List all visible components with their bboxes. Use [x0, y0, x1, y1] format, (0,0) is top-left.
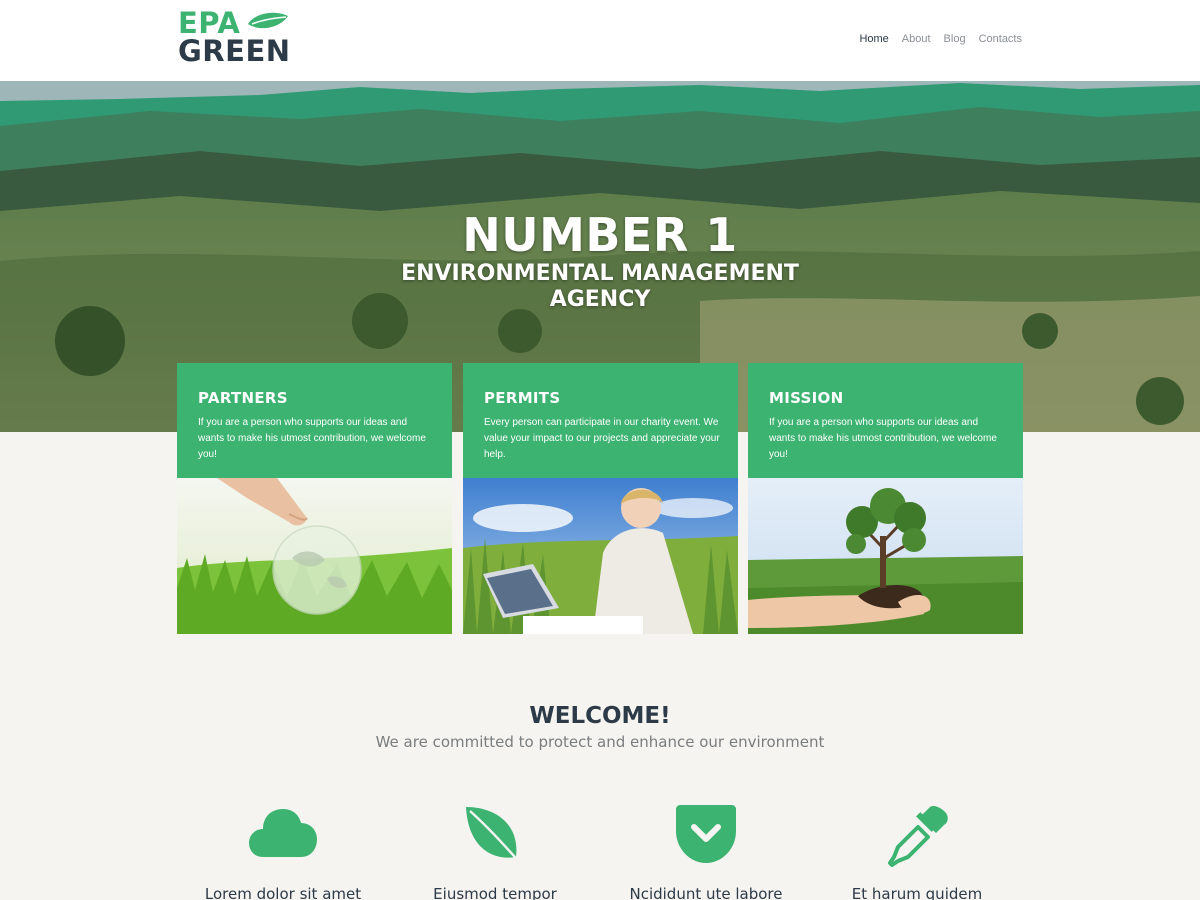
hero-heading: NUMBER 1 ENVIRONMENTAL MANAGEMENT AGENCY	[0, 209, 1200, 313]
feature-item: Ncididunt ute labore	[616, 805, 796, 900]
welcome-section: WELCOME! We are committed to protect and…	[0, 669, 1200, 900]
site-header: EPA GREEN Home About Blog Contacts	[0, 0, 1200, 81]
hero-subtitle-line1: ENVIRONMENTAL MANAGEMENT	[401, 261, 799, 286]
feature-label: Lorem dolor sit amet	[204, 885, 362, 900]
feature-item: Lorem dolor sit amet	[193, 805, 373, 900]
feature-label: Eiusmod tempor	[433, 885, 557, 900]
card-title: PERMITS	[484, 389, 561, 407]
logo-text-green: GREEN	[178, 34, 291, 68]
nav-blog[interactable]: Blog	[944, 33, 966, 45]
cloud-icon	[249, 809, 317, 857]
hero-subtitle-line2: AGENCY	[549, 287, 651, 312]
feature-item: Eiusmod tempor	[405, 805, 585, 900]
card-text: If you are a person who supports our ide…	[769, 417, 997, 460]
feature-label: Ncididunt ute labore	[629, 885, 783, 900]
card-mission[interactable]: MISSION If you are a person who supports…	[748, 363, 1023, 634]
card-partners[interactable]: PARTNERS If you are a person who support…	[177, 363, 452, 634]
service-cards: PARTNERS If you are a person who support…	[177, 363, 1024, 634]
main-nav: Home About Blog Contacts	[859, 33, 1022, 45]
leaf-icon	[466, 807, 525, 868]
card-title: PARTNERS	[198, 389, 288, 407]
card-permits[interactable]: PERMITS Every person can participate in …	[463, 363, 738, 634]
card-image-woman-laptop	[463, 478, 738, 634]
nav-about[interactable]: About	[902, 33, 931, 45]
eyedropper-icon	[888, 805, 948, 867]
hero-title: NUMBER 1	[462, 208, 738, 262]
logo[interactable]: EPA GREEN	[178, 8, 298, 68]
welcome-tagline: We are committed to protect and enhance …	[375, 733, 825, 751]
nav-contacts[interactable]: Contacts	[979, 33, 1022, 45]
feature-item: Et harum quidem	[827, 805, 1007, 900]
card-image-tree-hands	[748, 478, 1023, 634]
card-header: PARTNERS If you are a person who support…	[177, 363, 452, 478]
nav-home[interactable]: Home	[859, 33, 888, 45]
feature-label: Et harum quidem	[851, 885, 983, 900]
leaf-logo-icon	[248, 12, 288, 29]
card-image-globe	[177, 478, 452, 634]
pocket-icon	[676, 805, 736, 863]
card-text: Every person can participate in our char…	[484, 417, 720, 460]
card-title: MISSION	[769, 389, 844, 407]
card-header: PERMITS Every person can participate in …	[463, 363, 738, 478]
card-text: If you are a person who supports our ide…	[198, 417, 426, 460]
welcome-title: WELCOME!	[529, 703, 671, 729]
card-header: MISSION If you are a person who supports…	[748, 363, 1023, 478]
